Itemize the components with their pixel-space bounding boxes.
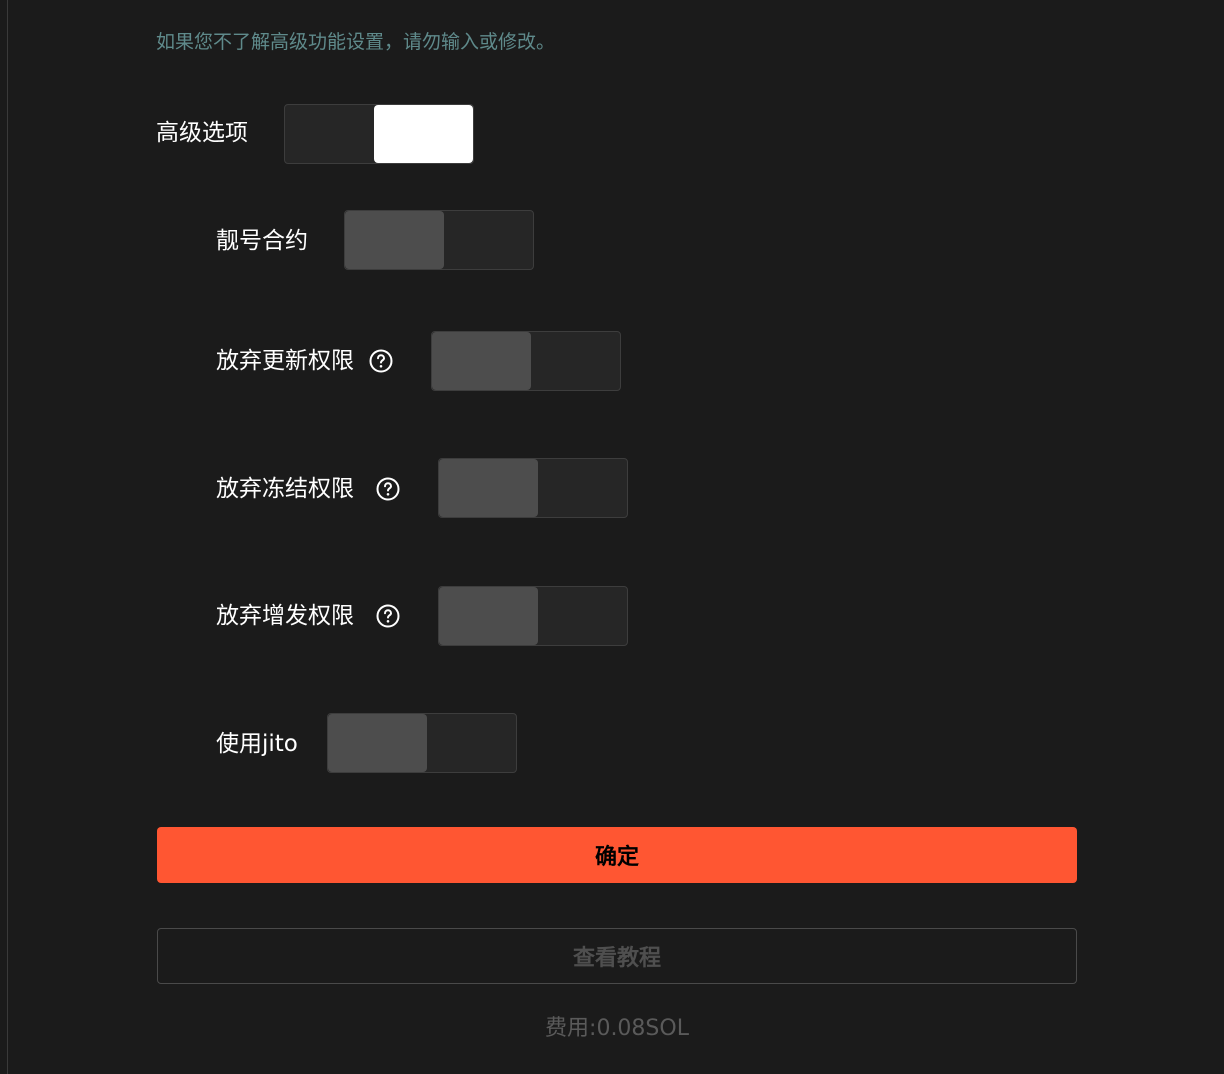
warning-hint: 如果您不了解高级功能设置，请勿输入或修改。 <box>156 31 556 53</box>
vanity-contract-label: 靓号合约 <box>216 228 308 254</box>
revoke-update-authority-label: 放弃更新权限 <box>216 348 354 374</box>
toggle-knob <box>439 587 538 645</box>
use-jito-toggle[interactable] <box>327 713 517 773</box>
revoke-mint-authority-label: 放弃增发权限 <box>216 603 354 629</box>
question-circle-icon[interactable] <box>376 477 400 501</box>
revoke-mint-authority-toggle[interactable] <box>438 586 628 646</box>
toggle-knob <box>374 105 473 163</box>
toggle-knob <box>345 211 444 269</box>
left-divider <box>7 0 8 1074</box>
advanced-options-label: 高级选项 <box>156 120 248 146</box>
revoke-freeze-authority-label: 放弃冻结权限 <box>216 476 354 502</box>
question-circle-icon[interactable] <box>369 349 393 373</box>
advanced-settings-panel: 如果您不了解高级功能设置，请勿输入或修改。 高级选项 靓号合约 放弃更新权限 放… <box>0 0 1224 1074</box>
revoke-freeze-authority-toggle[interactable] <box>438 458 628 518</box>
confirm-button[interactable]: 确定 <box>157 827 1077 883</box>
toggle-knob <box>328 714 427 772</box>
revoke-update-authority-toggle[interactable] <box>431 331 621 391</box>
view-tutorial-button[interactable]: 查看教程 <box>157 928 1077 984</box>
fee-text: 费用:0.08SOL <box>545 1016 689 1041</box>
advanced-options-toggle[interactable] <box>284 104 474 164</box>
use-jito-label: 使用jito <box>216 731 298 757</box>
toggle-knob <box>432 332 531 390</box>
question-circle-icon[interactable] <box>376 604 400 628</box>
vanity-contract-toggle[interactable] <box>344 210 534 270</box>
toggle-knob <box>439 459 538 517</box>
